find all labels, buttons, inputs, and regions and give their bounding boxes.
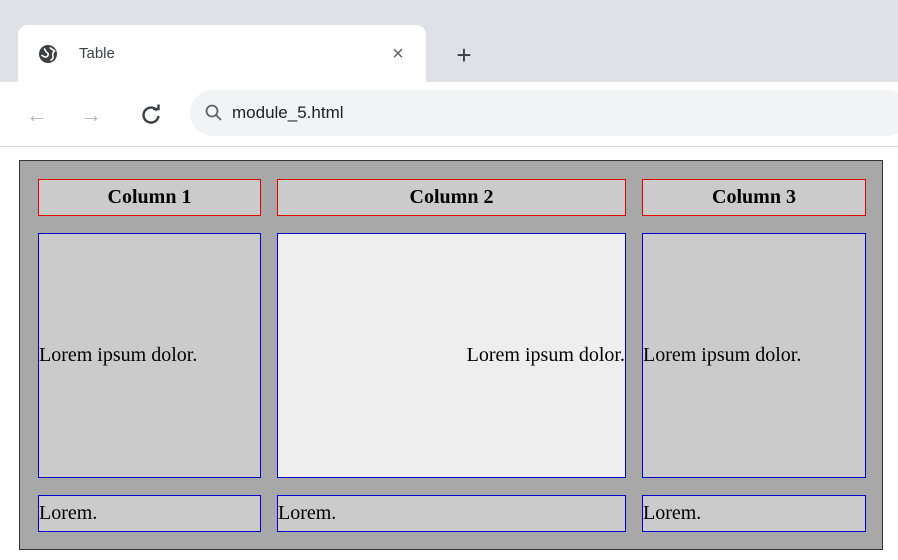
page-viewport: Column 1 Column 2 Column 3 Lorem ipsum d…	[0, 147, 898, 560]
close-tab-button[interactable]: ×	[386, 42, 410, 66]
table-cell: Lorem.	[642, 495, 866, 532]
table-header-column-3: Column 3	[642, 179, 866, 216]
tab-table[interactable]: Table ×	[18, 25, 426, 83]
reload-button[interactable]	[138, 102, 164, 128]
table-cell: Lorem ipsum dolor.	[277, 233, 626, 478]
address-bar[interactable]: module_5.html	[190, 90, 898, 136]
new-tab-button[interactable]: +	[450, 41, 478, 69]
reload-icon	[142, 104, 160, 124]
tab-strip: Table × +	[0, 0, 898, 83]
search-icon	[204, 103, 224, 123]
table-cell: Lorem ipsum dolor.	[642, 233, 866, 478]
table-cell: Lorem.	[38, 495, 261, 532]
table-header-column-1: Column 1	[38, 179, 261, 216]
browser-window: Table × + ← → module_5.html Column 1 Col…	[0, 0, 898, 560]
globe-icon	[38, 44, 58, 64]
browser-toolbar: ← → module_5.html	[0, 82, 898, 147]
table-cell: Lorem.	[277, 495, 626, 532]
content-table: Column 1 Column 2 Column 3 Lorem ipsum d…	[19, 160, 883, 550]
table-header-column-2: Column 2	[277, 179, 626, 216]
table-cell: Lorem ipsum dolor.	[38, 233, 261, 478]
tab-title: Table	[79, 45, 115, 62]
back-button[interactable]: ←	[24, 102, 50, 128]
forward-button[interactable]: →	[78, 102, 104, 128]
url-text: module_5.html	[232, 103, 344, 122]
